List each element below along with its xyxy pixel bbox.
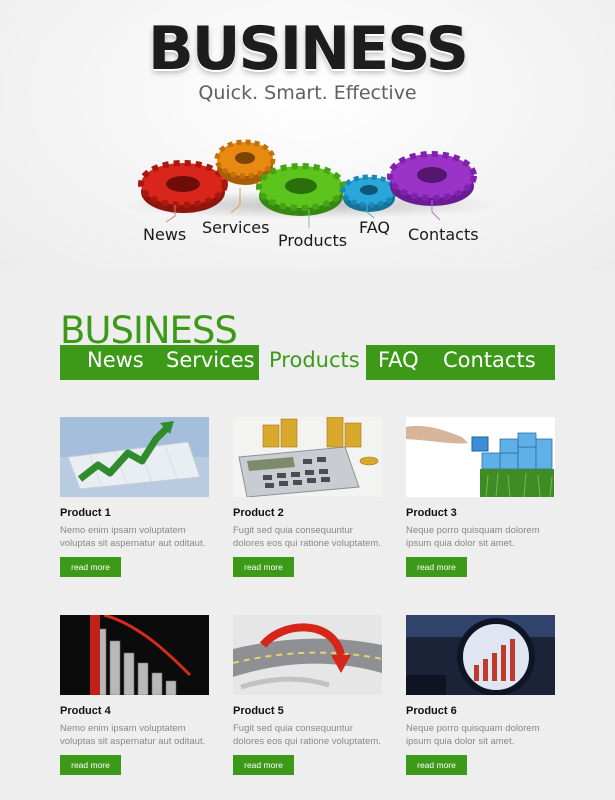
read-more-button[interactable]: read more [233, 755, 294, 775]
product-description: Neque porro quisquam dolorem ipsum quia … [406, 723, 540, 747]
product-card: Product 3 Neque porro quisquam dolorem i… [406, 417, 556, 579]
nav-contacts[interactable]: Contacts [443, 348, 536, 372]
product-card: Product 6 Neque porro quisquam dolorem i… [406, 615, 556, 777]
product-card: Product 2 Fugit sed quia consequuntur do… [233, 417, 383, 579]
gear-label-services: Services [202, 218, 270, 237]
purple-gear-icon [387, 151, 477, 206]
arrow-road-icon[interactable] [233, 615, 382, 695]
read-more-button[interactable]: read more [406, 755, 467, 775]
red-gear-icon [138, 160, 228, 213]
nav-news[interactable]: News [87, 348, 144, 372]
product-title: Product 4 [60, 705, 111, 717]
read-more-button[interactable]: read more [233, 557, 294, 577]
gear-label-news: News [143, 225, 187, 244]
blue-gear-icon [340, 174, 398, 212]
product-description: Neque porro quisquam dolorem ipsum quia … [406, 525, 540, 549]
product-description: Fugit sed quia consequuntur dolores eos … [233, 723, 381, 747]
calculator-coins-icon[interactable] [233, 417, 382, 497]
product-description: Fugit sed quia consequuntur dolores eos … [233, 525, 381, 549]
product-title: Product 2 [233, 507, 284, 519]
gear-label-contacts: Contacts [408, 225, 479, 244]
hero-banner: BUSINESS Quick. Smart. Effective News Se… [0, 0, 615, 270]
nav-faq[interactable]: FAQ [378, 348, 419, 372]
product-description: Nemo enim ipsam voluptatem voluptas sit … [60, 525, 206, 549]
product-title: Product 3 [406, 507, 457, 519]
growth-chart-icon[interactable] [60, 417, 209, 497]
gear-label-faq: FAQ [359, 218, 390, 237]
nav-services[interactable]: Services [166, 348, 255, 372]
green-gear-icon [256, 163, 346, 216]
product-title: Product 1 [60, 507, 111, 519]
magnified-chart-icon[interactable] [406, 615, 555, 695]
product-card: Product 1 Nemo enim ipsam voluptatem vol… [60, 417, 210, 579]
read-more-button[interactable]: read more [406, 557, 467, 577]
falling-graph-icon[interactable] [60, 615, 209, 695]
product-title: Product 5 [233, 705, 284, 717]
product-title: Product 6 [406, 705, 457, 717]
gears-illustration [120, 139, 500, 228]
product-description: Nemo enim ipsam voluptatem voluptas sit … [60, 723, 206, 747]
gear-label-products: Products [278, 231, 348, 250]
read-more-button[interactable]: read more [60, 557, 121, 577]
product-card: Product 5 Fugit sed quia consequuntur do… [233, 615, 383, 777]
nav-products[interactable]: Products [269, 348, 360, 372]
read-more-button[interactable]: read more [60, 755, 121, 775]
cubes-hand-icon[interactable] [406, 417, 555, 497]
product-card: Product 4 Nemo enim ipsam voluptatem vol… [60, 615, 210, 777]
